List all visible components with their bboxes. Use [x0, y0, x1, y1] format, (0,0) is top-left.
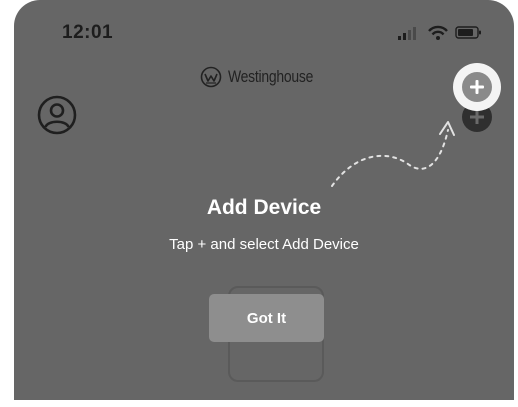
device-frame: 12:01 Westinghouse Add Device Tap + and …	[0, 0, 518, 407]
status-icons	[398, 25, 481, 40]
user-profile-icon[interactable]	[36, 94, 78, 136]
dotted-arrow-icon	[331, 121, 455, 187]
battery-icon	[455, 26, 481, 39]
coach-title: Add Device	[206, 196, 322, 219]
add-device-button[interactable]	[453, 63, 501, 111]
wifi-icon	[428, 25, 448, 40]
brand-header: Westinghouse	[200, 65, 332, 89]
plus-circle-icon	[462, 72, 492, 102]
status-time: 12:01	[62, 22, 114, 43]
cellular-signal-icon	[398, 27, 416, 40]
brand-name: Westinghouse	[228, 67, 314, 86]
app-screen: 12:01 Westinghouse Add Device Tap + and …	[14, 0, 514, 400]
coach-instruction: Tap + and select Add Device	[169, 236, 359, 253]
got-it-button[interactable]: Got It	[209, 294, 324, 342]
westinghouse-w-logo-icon	[200, 66, 222, 88]
